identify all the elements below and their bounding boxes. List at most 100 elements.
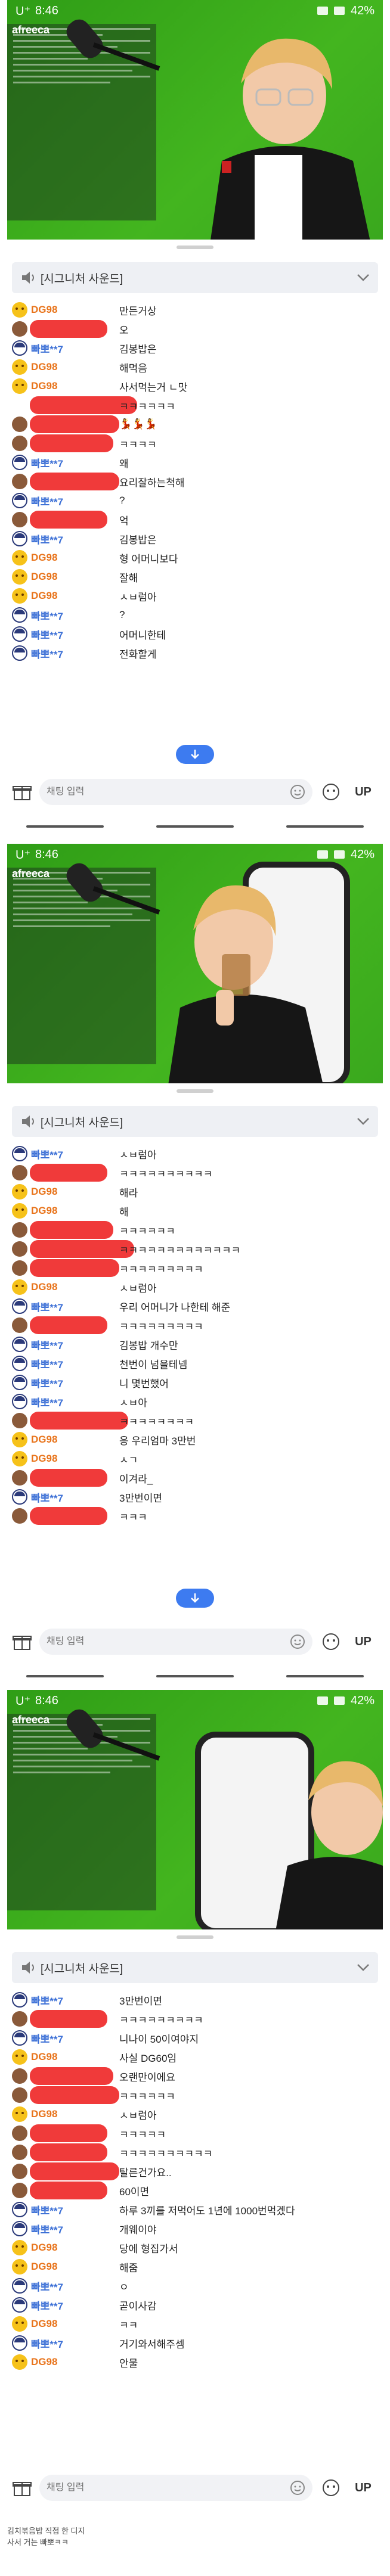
chat-username[interactable]: DG98: [31, 2261, 120, 2273]
chat-message[interactable]: ㅋㅋㅋㅋㅋㅋㅋㅋㅋ: [12, 1259, 378, 1278]
chat-message[interactable]: 빠뽀**7 ㅅㅂ아: [12, 1392, 378, 1411]
chat-username[interactable]: DG98: [31, 2051, 120, 2063]
avatar[interactable]: [12, 1992, 27, 2008]
avatar[interactable]: [12, 1356, 27, 1371]
chat-username[interactable]: DG98: [31, 1281, 120, 1293]
avatar[interactable]: [12, 2087, 27, 2103]
chevron-down-icon[interactable]: [357, 1963, 370, 1972]
chat-message[interactable]: DG98 해줌: [12, 2257, 378, 2276]
chat-message[interactable]: 빠뽀**7 개웨이야: [12, 2219, 378, 2238]
chat-username[interactable]: 빠뽀**7: [31, 1299, 120, 1314]
avatar-smiley-icon[interactable]: [12, 2354, 27, 2370]
chat-message[interactable]: DG98 사서먹는거 ㄴ맛: [12, 377, 378, 396]
chat-username[interactable]: 빠뽀**7: [31, 1337, 120, 1352]
chevron-down-icon[interactable]: [357, 1117, 370, 1126]
chat-username[interactable]: 빠뽀**7: [31, 2031, 120, 2046]
chat-message[interactable]: 빠뽀**7 ㅅㅂ럼아: [12, 1144, 378, 1163]
avatar-smiley-icon[interactable]: [12, 359, 27, 375]
chat-message[interactable]: DG98 ㅋㅋ: [12, 2314, 378, 2333]
chat-header[interactable]: [시그니처 사운드]: [12, 1952, 378, 1983]
avatar[interactable]: [12, 607, 27, 623]
star-balloon-icon[interactable]: [321, 1632, 341, 1652]
chat-message[interactable]: 빠뽀**7 김봉밥은: [12, 338, 378, 358]
avatar[interactable]: [12, 2126, 27, 2141]
avatar-smiley-icon[interactable]: [12, 2240, 27, 2255]
avatar[interactable]: [12, 493, 27, 508]
avatar-smiley-icon[interactable]: [12, 588, 27, 604]
avatar[interactable]: [12, 2278, 27, 2294]
chevron-down-icon[interactable]: [357, 274, 370, 282]
chat-input-field[interactable]: [39, 779, 312, 805]
chat-username[interactable]: DG98: [31, 590, 120, 602]
stream-video[interactable]: [7, 0, 383, 240]
chat-username[interactable]: DG98: [31, 1434, 120, 1446]
chat-message[interactable]: DG98 사실 DG60임: [12, 2047, 378, 2067]
chat-message[interactable]: ㅋㅋㅋㅋ: [12, 434, 378, 453]
chat-message[interactable]: 빠뽀**7 하루 3끼를 저먹어도 1년에 1000번먹겠다: [12, 2200, 378, 2219]
chat-message[interactable]: 빠뽀**7 니나이 50이여야지: [12, 2028, 378, 2047]
avatar-smiley-icon[interactable]: [12, 1279, 27, 1295]
avatar[interactable]: [12, 1146, 27, 1161]
avatar-smiley-icon[interactable]: [12, 569, 27, 585]
chat-message[interactable]: ㅋㅋㅋㅋㅋㅋㅋㅋ: [12, 1411, 378, 1430]
chat-username[interactable]: 빠뽀**7: [31, 2202, 120, 2217]
chat-message[interactable]: 빠뽀**7 김봉밥 개수만: [12, 1335, 378, 1354]
chat-username[interactable]: DG98: [31, 380, 120, 392]
chat-message[interactable]: 빠뽀**7 니 몇번했어: [12, 1373, 378, 1392]
chat-username[interactable]: 빠뽀**7: [31, 1490, 120, 1505]
chat-message[interactable]: 빠뽀**7 3만번이면: [12, 1990, 378, 2009]
avatar[interactable]: [12, 455, 27, 470]
avatar-smiley-icon[interactable]: [12, 1184, 27, 1200]
avatar[interactable]: [12, 2145, 27, 2160]
avatar-smiley-icon[interactable]: [12, 2259, 27, 2274]
drag-handle[interactable]: [177, 1089, 213, 1093]
chat-message[interactable]: 이겨라_: [12, 1468, 378, 1487]
chat-username[interactable]: 빠뽀**7: [31, 341, 120, 356]
avatar[interactable]: [12, 1394, 27, 1409]
avatar[interactable]: [12, 2221, 27, 2236]
chat-message[interactable]: ㅋㅋㅋㅋㅋㅋㅋㅋㅋ: [12, 1316, 378, 1335]
avatar-smiley-icon[interactable]: [12, 2316, 27, 2332]
avatar[interactable]: [12, 1489, 27, 1505]
up-button[interactable]: UP: [348, 1632, 378, 1652]
chat-message[interactable]: DG98 해먹음: [12, 358, 378, 377]
chat-username[interactable]: DG98: [31, 1186, 120, 1198]
chat-message[interactable]: DG98 ㅅㅂ럼아: [12, 586, 378, 605]
chat-username[interactable]: DG98: [31, 361, 120, 373]
avatar[interactable]: [12, 2011, 27, 2027]
chat-username[interactable]: 빠뽀**7: [31, 2221, 120, 2236]
chat-username[interactable]: DG98: [31, 2108, 120, 2120]
chat-message[interactable]: DG98 응 우리엄마 3만번: [12, 1430, 378, 1449]
avatar-smiley-icon[interactable]: [12, 1203, 27, 1219]
chat-username[interactable]: 빠뽀**7: [31, 455, 120, 470]
avatar[interactable]: [12, 1241, 27, 1257]
chat-message[interactable]: 탈른건가요..: [12, 2162, 378, 2181]
stream-video[interactable]: [7, 844, 383, 1083]
avatar[interactable]: [12, 2335, 27, 2351]
chat-message[interactable]: ㅋㅋㅋㅋㅋㅋㅋㅋㅋㅋㅋㅋㅋ: [12, 1239, 378, 1259]
up-button[interactable]: UP: [348, 782, 378, 802]
avatar[interactable]: [12, 1298, 27, 1314]
chat-username[interactable]: 빠뽀**7: [31, 1394, 120, 1409]
chat-message[interactable]: DG98 형 어머니보다: [12, 548, 378, 567]
chat-username[interactable]: DG98: [31, 2318, 120, 2330]
avatar[interactable]: [12, 1260, 27, 1276]
chat-message[interactable]: 오랜만이에요: [12, 2067, 378, 2086]
avatar-smiley-icon[interactable]: [12, 1432, 27, 1447]
chat-message[interactable]: 빠뽀**7 어머니한테: [12, 624, 378, 644]
avatar[interactable]: [12, 2030, 27, 2046]
chat-username[interactable]: DG98: [31, 2356, 120, 2368]
avatar[interactable]: [12, 1222, 27, 1238]
avatar[interactable]: [12, 2183, 27, 2198]
chat-message[interactable]: DG98 안물: [12, 2353, 378, 2372]
chat-input[interactable]: [47, 1636, 290, 1647]
chat-message[interactable]: 빠뽀**7 김봉밥은: [12, 529, 378, 548]
chat-username[interactable]: 빠뽀**7: [31, 2279, 120, 2294]
gift-icon[interactable]: [12, 782, 32, 802]
chat-username[interactable]: 빠뽀**7: [31, 2298, 120, 2313]
emoji-icon[interactable]: [290, 2480, 305, 2496]
avatar[interactable]: [12, 474, 27, 489]
avatar[interactable]: [12, 321, 27, 337]
chat-message[interactable]: 빠뽀**7 3만번이면: [12, 1487, 378, 1506]
scroll-down-button[interactable]: [176, 1589, 214, 1608]
